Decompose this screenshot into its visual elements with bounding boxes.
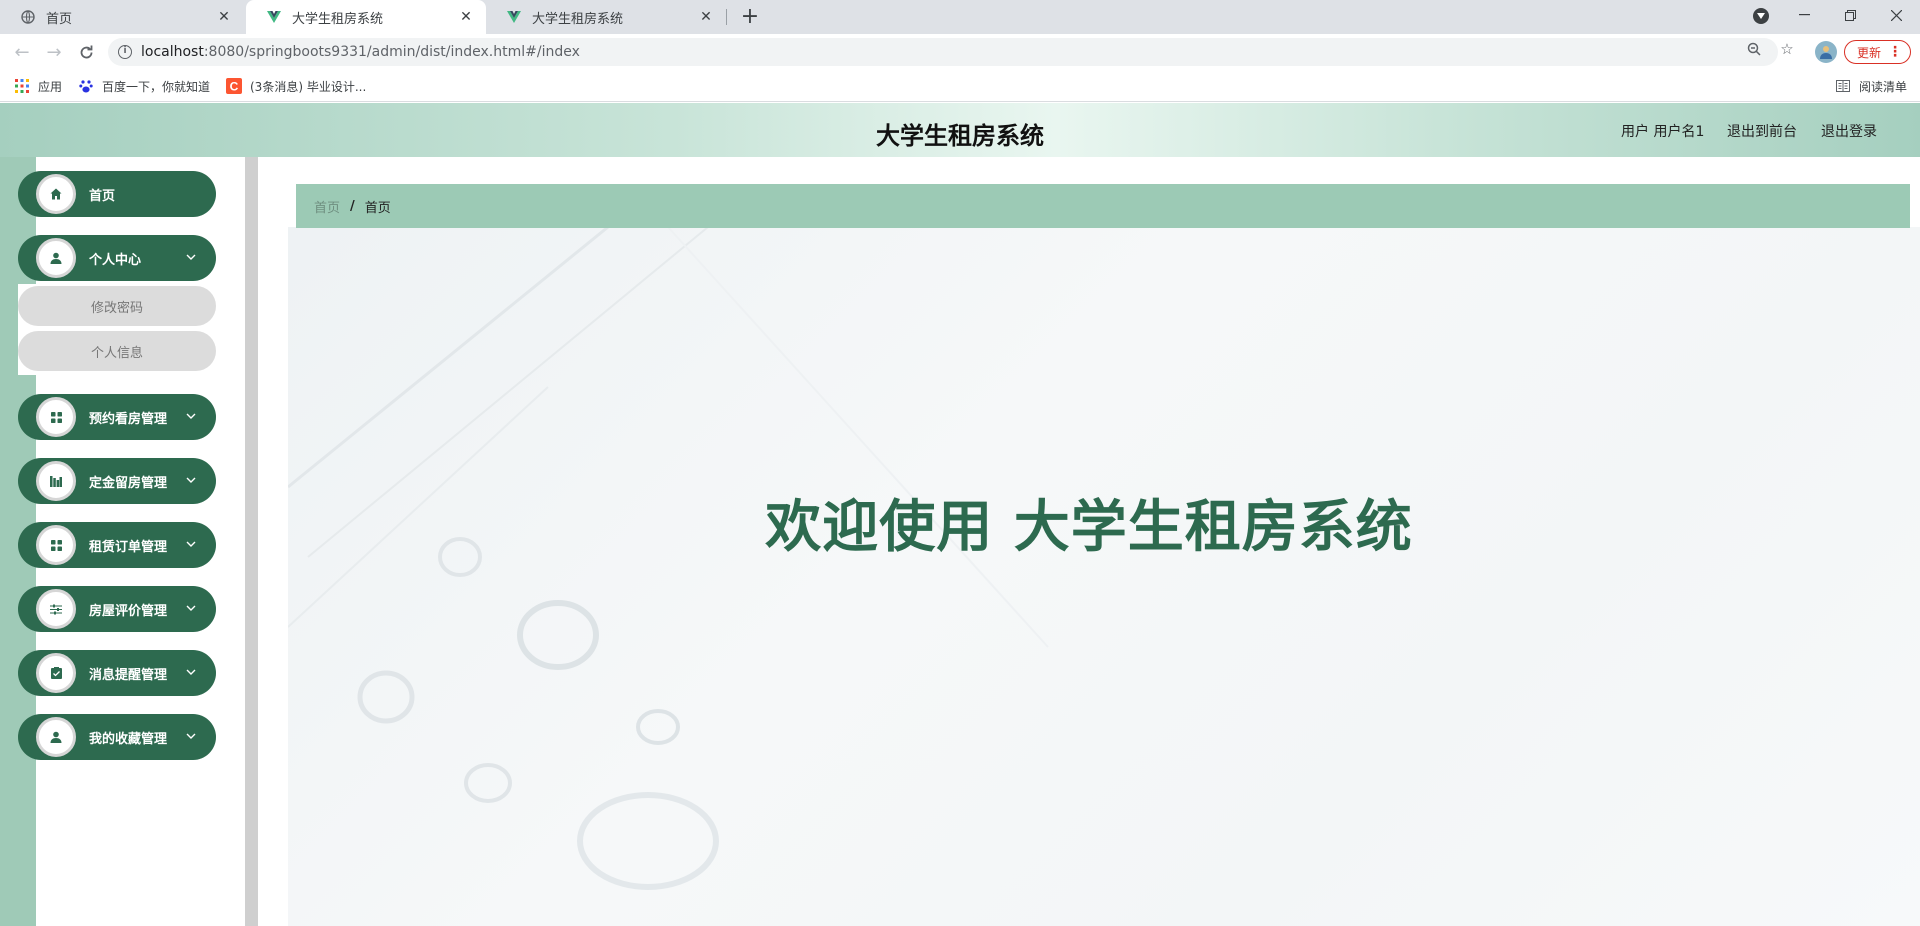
app-header: 大学生租房系统 用户 用户名1 退出到前台 退出登录	[0, 103, 1920, 157]
chevron-down-icon	[184, 409, 198, 423]
sidebar-item-lease-orders[interactable]: 租赁订单管理	[18, 522, 216, 568]
sidebar-item-label: 定金留房管理	[89, 475, 168, 491]
csdn-icon: C	[226, 78, 242, 94]
site-info-icon[interactable]: i	[118, 45, 132, 59]
update-label: 更新	[1857, 45, 1882, 60]
breadcrumb-home-link[interactable]: 首页	[314, 197, 340, 216]
main-content: 首页 / 首页 欢迎使用 大学生租房系统	[258, 157, 1920, 926]
reading-list-icon	[1835, 78, 1851, 94]
profile-avatar[interactable]	[1815, 41, 1837, 63]
browser-tab-1[interactable]: 首页 ✕	[0, 0, 244, 34]
chevron-down-icon	[184, 665, 198, 679]
chevron-down-icon	[184, 250, 198, 264]
current-user-label: 用户 用户名1	[1621, 124, 1705, 140]
browser-tab-2[interactable]: 大学生租房系统 ✕	[246, 0, 486, 34]
sidebar-item-label: 预约看房管理	[89, 411, 168, 427]
sidebar-item-home[interactable]: 首页	[18, 171, 216, 217]
sidebar-item-label: 个人中心	[89, 252, 142, 268]
sidebar-item-house-reviews[interactable]: 房屋评价管理	[18, 586, 216, 632]
welcome-heading: 欢迎使用 大学生租房系统	[765, 495, 1413, 560]
close-icon[interactable]: ✕	[216, 9, 232, 25]
submenu-personal-center: 修改密码 个人信息	[18, 284, 216, 375]
url-text: localhost:8080/springboots9331/admin/dis…	[141, 44, 580, 60]
back-arrow-icon[interactable]: ←	[10, 40, 34, 64]
chevron-down-icon	[184, 601, 198, 615]
sidebar-item-deposit-hold[interactable]: 定金留房管理	[18, 458, 216, 504]
browser-toolbar: ← → i localhost:8080/springboots9331/adm…	[0, 34, 1920, 70]
bookmarks-bar: 应用 百度一下，你就知道 C (3条消息) 毕业设计... 阅读清单	[0, 70, 1920, 102]
forward-arrow-icon[interactable]: →	[42, 40, 66, 64]
sidebar-item-label: 消息提醒管理	[89, 667, 168, 683]
submenu-item-change-password[interactable]: 修改密码	[18, 286, 216, 326]
update-button[interactable]: 更新 ⋮	[1844, 40, 1911, 64]
bookmark-star-icon[interactable]: ☆	[1778, 40, 1796, 58]
kebab-menu-icon: ⋮	[1888, 44, 1902, 60]
bookmark-label: 百度一下，你就知道	[102, 79, 211, 94]
chevron-down-icon	[184, 473, 198, 487]
sliders-icon	[36, 589, 76, 629]
exit-to-front-link[interactable]: 退出到前台	[1727, 121, 1797, 141]
tab-search-icon[interactable]	[1753, 8, 1769, 24]
sidebar-item-viewing-appointments[interactable]: 预约看房管理	[18, 394, 216, 440]
chevron-down-icon	[184, 537, 198, 551]
vue-logo-icon	[506, 9, 522, 25]
sidebar-item-label: 我的收藏管理	[89, 731, 168, 747]
restore-icon[interactable]	[1827, 0, 1873, 30]
tab-title: 大学生租房系统	[532, 11, 624, 27]
sidebar-item-message-reminders[interactable]: 消息提醒管理	[18, 650, 216, 696]
sidebar-item-personal-center[interactable]: 个人中心	[18, 235, 216, 281]
tab-separator	[726, 9, 727, 25]
bookmark-label: (3条消息) 毕业设计...	[250, 79, 367, 94]
bookmark-apps[interactable]: 应用	[14, 76, 62, 96]
breadcrumb: 首页 / 首页	[296, 184, 1910, 228]
bookmark-label: 应用	[38, 79, 63, 94]
sidebar-item-label: 首页	[89, 188, 116, 204]
bookmark-csdn[interactable]: C (3条消息) 毕业设计...	[226, 76, 366, 96]
reading-list-button[interactable]: 阅读清单	[1835, 76, 1907, 96]
browser-tab-bar: 首页 ✕ 大学生租房系统 ✕ 大学生租房系统 ✕ +	[0, 0, 1920, 34]
clipboard-check-icon	[36, 653, 76, 693]
breadcrumb-current: 首页	[364, 200, 391, 216]
user-icon	[36, 717, 76, 757]
user-icon	[36, 238, 76, 278]
apps-grid-icon	[14, 78, 30, 94]
svg-text:C: C	[230, 80, 239, 94]
browser-tab-3[interactable]: 大学生租房系统 ✕	[486, 0, 726, 34]
reading-list-label: 阅读清单	[1859, 79, 1908, 94]
globe-icon	[20, 9, 36, 25]
logout-link[interactable]: 退出登录	[1821, 121, 1877, 141]
sidebar-divider	[245, 157, 258, 926]
address-bar[interactable]: i localhost:8080/springboots9331/admin/d…	[108, 38, 1778, 66]
close-icon[interactable]: ✕	[698, 9, 714, 25]
minimize-icon[interactable]	[1781, 0, 1827, 30]
home-icon	[36, 174, 76, 214]
breadcrumb-separator: /	[350, 198, 355, 214]
grid-icon	[36, 397, 76, 437]
background-image	[288, 227, 1920, 926]
close-icon[interactable]: ✕	[458, 9, 474, 25]
submenu-item-personal-info[interactable]: 个人信息	[18, 331, 216, 371]
bookmark-baidu[interactable]: 百度一下，你就知道	[78, 76, 210, 96]
tab-title: 大学生租房系统	[292, 11, 384, 27]
sidebar-item-label: 房屋评价管理	[89, 603, 168, 619]
close-window-icon[interactable]	[1873, 0, 1919, 30]
bar-chart-icon	[36, 461, 76, 501]
chevron-down-icon	[184, 729, 198, 743]
grid-icon	[36, 525, 76, 565]
sidebar-item-my-favorites[interactable]: 我的收藏管理	[18, 714, 216, 760]
new-tab-button[interactable]: +	[737, 4, 763, 30]
zoom-icon[interactable]	[1745, 40, 1763, 58]
reload-icon[interactable]	[74, 40, 98, 64]
tab-title: 首页	[46, 11, 73, 27]
sidebar-item-label: 租赁订单管理	[89, 539, 168, 555]
vue-logo-icon	[266, 9, 282, 25]
baidu-paw-icon	[78, 78, 94, 94]
